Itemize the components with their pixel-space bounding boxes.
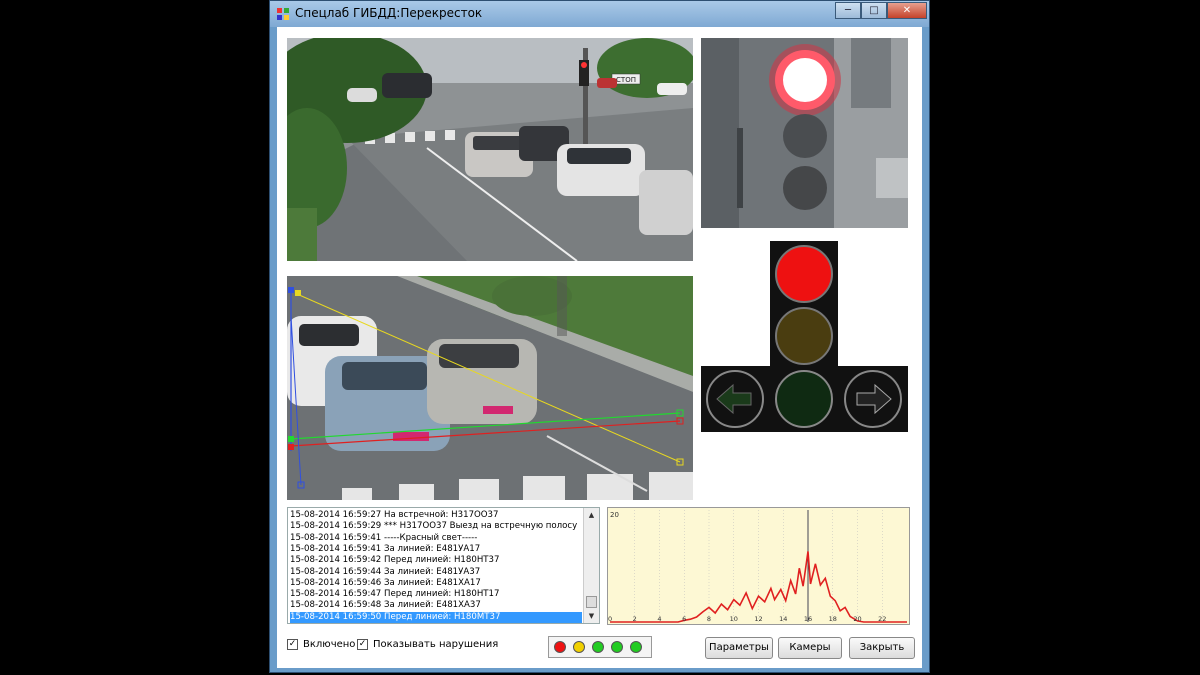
x-tick-label: 0 — [608, 615, 612, 623]
green-right-dot-icon — [630, 641, 642, 653]
title-bar[interactable]: Спецлаб ГИБДД:Перекресток ─ □ ✕ — [270, 1, 929, 27]
stop-sign-label: СТОП — [616, 76, 636, 84]
app-icon — [277, 8, 289, 20]
minimize-button[interactable]: ─ — [835, 2, 861, 19]
show-violations-label: Показывать нарушения — [373, 639, 499, 650]
x-tick-label: 20 — [853, 615, 861, 623]
y-tick-label: 20 — [610, 511, 619, 519]
log-entry[interactable]: 15-08-2014 16:59:47 Перед линией: Н180НТ… — [290, 589, 582, 600]
signal-indicator-bar — [548, 636, 652, 658]
enabled-label: Включено — [303, 639, 356, 650]
maximize-button[interactable]: □ — [861, 2, 887, 19]
x-tick-label: 12 — [754, 615, 762, 623]
log-entry[interactable]: 15-08-2014 16:59:46 За линией: Е481ХА17 — [290, 578, 582, 589]
log-entry[interactable]: 15-08-2014 16:59:29 *** Н317ОО37 Выезд н… — [290, 521, 582, 532]
traffic-histogram: 20 0 2 4 6 8 10 12 14 16 18 20 22 — [607, 507, 910, 625]
x-tick-label: 6 — [682, 615, 686, 623]
log-entry[interactable]: 15-08-2014 16:59:27 На встречной: Н317ОО… — [290, 510, 582, 521]
show-violations-checkbox[interactable]: ✓ Показывать нарушения — [357, 639, 498, 650]
log-entry[interactable]: 15-08-2014 16:59:42 Перед линией: Н180НТ… — [290, 555, 582, 566]
log-scrollbar[interactable]: ▲ ▼ — [583, 508, 599, 623]
x-tick-label: 18 — [829, 615, 837, 623]
green-left-dot-icon — [592, 641, 604, 653]
log-entry[interactable]: 15-08-2014 16:59:48 За линией: Е481ХА37 — [290, 600, 582, 611]
right-arrow-signal-icon — [844, 370, 902, 428]
log-entry[interactable]: 15-08-2014 16:59:50 Перед линией: Н180МТ… — [290, 611, 582, 623]
x-tick-label: 16 — [804, 615, 812, 623]
signal-state-diagram — [701, 241, 908, 433]
x-tick-label: 2 — [633, 615, 637, 623]
log-entry[interactable]: 15-08-2014 16:59:44 За линией: Е481УА37 — [290, 567, 582, 578]
enabled-checkbox[interactable]: ✓ Включено — [287, 639, 355, 650]
log-entry[interactable]: 15-08-2014 16:59:41 -----Красный свет---… — [290, 533, 582, 544]
scroll-down-icon[interactable]: ▼ — [584, 609, 599, 623]
scroll-up-icon[interactable]: ▲ — [584, 508, 599, 522]
x-tick-label: 10 — [730, 615, 738, 623]
parameters-button[interactable]: Параметры — [705, 637, 773, 659]
yellow-dot-icon — [573, 641, 585, 653]
main-area: СТОП 15-08-2014 16:59:27 На встречной: Н… — [277, 27, 922, 668]
x-tick-label: 22 — [878, 615, 886, 623]
log-entry[interactable]: 15-08-2014 16:59:41 За линией: Е481УА17 — [290, 544, 582, 555]
x-tick-label: 8 — [707, 615, 711, 623]
scroll-thumb[interactable] — [586, 596, 597, 608]
intersection-camera-view[interactable]: СТОП — [287, 38, 693, 261]
cameras-button[interactable]: Камеры — [778, 637, 842, 659]
event-log-list[interactable]: 15-08-2014 16:59:27 На встречной: Н317ОО… — [287, 507, 600, 624]
red-dot-icon — [554, 641, 566, 653]
window-title: Спецлаб ГИБДД:Перекресток — [295, 6, 483, 20]
traffic-light-camera-view[interactable] — [701, 38, 908, 228]
check-icon: ✓ — [287, 639, 298, 650]
green-dot-icon — [611, 641, 623, 653]
x-tick-label: 14 — [779, 615, 787, 623]
check-icon: ✓ — [357, 639, 368, 650]
stopline-camera-view[interactable] — [287, 276, 693, 500]
yellow-signal-icon — [775, 307, 833, 365]
close-window-button[interactable]: ✕ — [887, 2, 927, 19]
x-tick-label: 4 — [657, 615, 661, 623]
left-arrow-signal-icon — [706, 370, 764, 428]
green-signal-icon — [775, 370, 833, 428]
close-button[interactable]: Закрыть — [849, 637, 915, 659]
app-window: Спецлаб ГИБДД:Перекресток ─ □ ✕ СТОП 15-… — [269, 0, 930, 673]
red-signal-icon — [775, 245, 833, 303]
